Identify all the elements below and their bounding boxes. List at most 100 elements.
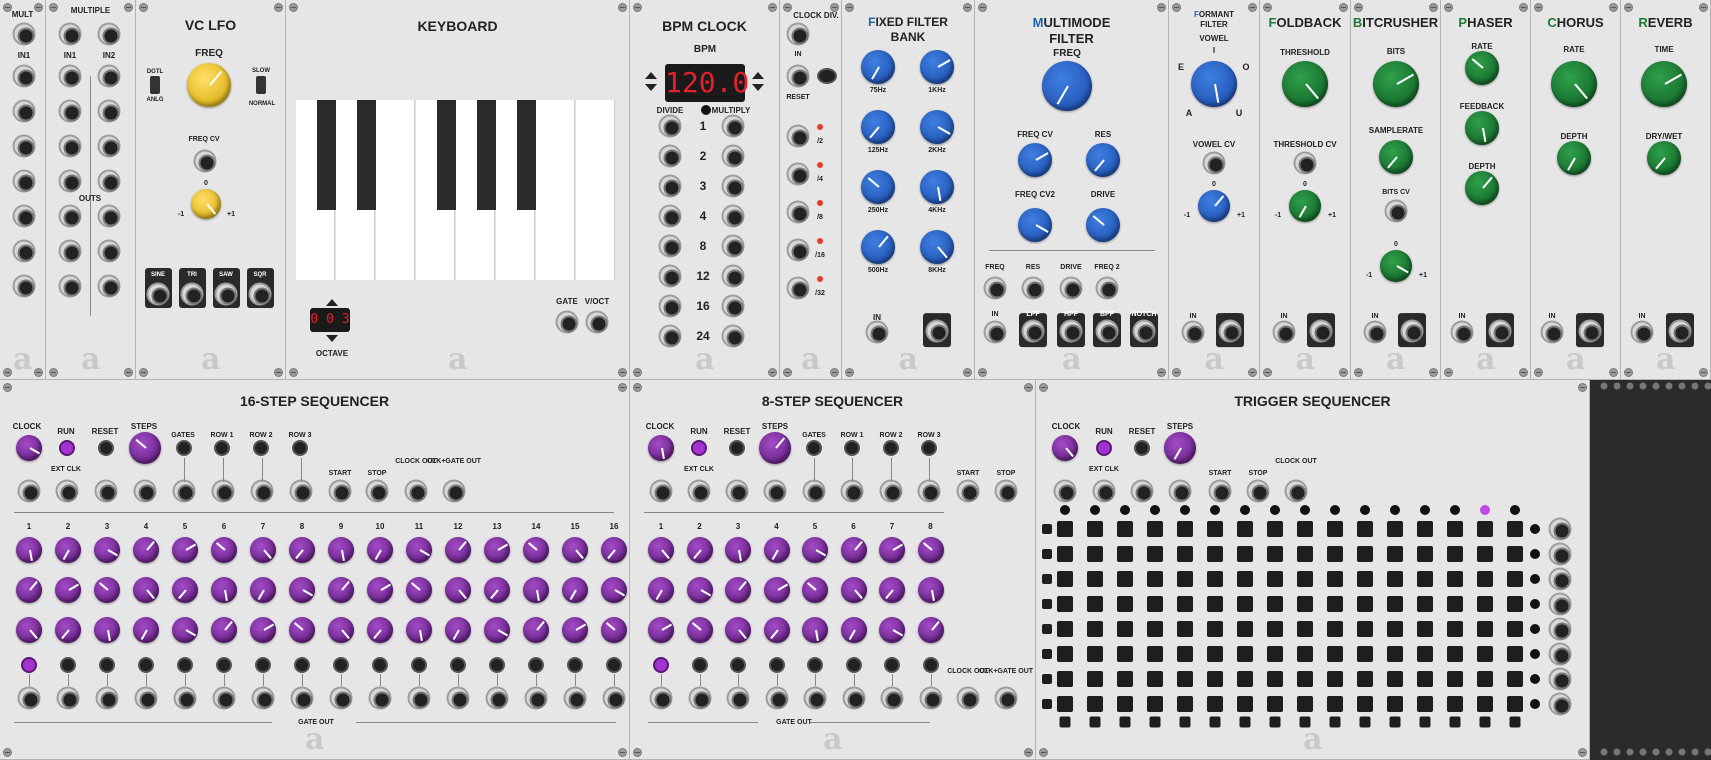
trigger-step-cell[interactable]	[1057, 696, 1073, 712]
step-knob[interactable]	[172, 617, 198, 643]
step-knob[interactable]	[484, 617, 510, 643]
trigger-step-cell[interactable]	[1387, 571, 1403, 587]
black-key[interactable]	[517, 100, 536, 210]
bitcrusher-output-jack[interactable]	[1400, 319, 1424, 343]
step-knob[interactable]	[601, 537, 627, 563]
step-knob[interactable]	[172, 537, 198, 563]
step-select-button[interactable]	[1329, 716, 1341, 728]
row-trigger-output-jack[interactable]	[1548, 642, 1572, 666]
step-knob[interactable]	[94, 537, 120, 563]
clockdiv-reset-button[interactable]	[817, 68, 837, 84]
step-gate-button[interactable]	[99, 657, 115, 673]
mult-jack[interactable]	[12, 169, 36, 193]
vowel-cv-jack[interactable]	[1202, 151, 1226, 175]
row-trigger-output-jack[interactable]	[1548, 592, 1572, 616]
clock-knob[interactable]	[1052, 435, 1078, 461]
seq-input-jack[interactable]	[133, 479, 157, 503]
step-knob[interactable]	[133, 617, 159, 643]
trigger-step-cell[interactable]	[1207, 571, 1223, 587]
mmf-cv-jack[interactable]	[1095, 276, 1119, 300]
black-key[interactable]	[477, 100, 496, 210]
trigger-step-cell[interactable]	[1447, 696, 1463, 712]
step-gate-button[interactable]	[768, 657, 785, 673]
step-knob[interactable]	[367, 537, 393, 563]
step-knob[interactable]	[250, 577, 276, 603]
white-key[interactable]	[536, 100, 575, 280]
lfo-saw-output-jack[interactable]	[214, 282, 238, 306]
threshold-knob[interactable]	[1282, 61, 1328, 107]
step-gate-jack[interactable]	[56, 686, 80, 710]
step-gate-button[interactable]	[138, 657, 154, 673]
trigger-step-cell[interactable]	[1237, 696, 1253, 712]
trigger-step-cell[interactable]	[1297, 671, 1313, 687]
trigger-step-cell[interactable]	[1177, 546, 1193, 562]
clock-knob[interactable]	[648, 435, 674, 461]
step-knob[interactable]	[367, 617, 393, 643]
trigger-step-cell[interactable]	[1327, 696, 1343, 712]
step-select-button[interactable]	[1509, 716, 1521, 728]
multiply-output-jack[interactable]	[721, 114, 745, 138]
step-knob[interactable]	[484, 537, 510, 563]
row1-button[interactable]	[844, 440, 860, 456]
trigger-step-cell[interactable]	[1147, 571, 1163, 587]
mmf-lpf-output-jack[interactable]	[1021, 319, 1045, 343]
voct-output-jack[interactable]	[585, 310, 609, 334]
step-gate-button[interactable]	[411, 657, 427, 673]
row3-button[interactable]	[921, 440, 937, 456]
step-gate-jack[interactable]	[765, 686, 788, 710]
filter-band-knob[interactable]	[920, 50, 954, 84]
trigger-step-cell[interactable]	[1327, 521, 1343, 537]
trigger-step-cell[interactable]	[1507, 596, 1523, 612]
step-gate-jack[interactable]	[485, 686, 509, 710]
filter-band-knob[interactable]	[920, 110, 954, 144]
trigger-step-cell[interactable]	[1237, 621, 1253, 637]
trigger-step-cell[interactable]	[1357, 696, 1373, 712]
step-knob[interactable]	[648, 577, 674, 603]
start-output-jack[interactable]	[1208, 479, 1232, 503]
trigger-step-cell[interactable]	[1507, 696, 1523, 712]
step-knob[interactable]	[55, 577, 81, 603]
white-key[interactable]	[576, 100, 615, 280]
row-mute-button[interactable]	[1042, 649, 1052, 659]
trigger-step-cell[interactable]	[1207, 596, 1223, 612]
trigger-step-cell[interactable]	[1267, 521, 1283, 537]
trigger-step-cell[interactable]	[1327, 596, 1343, 612]
step-gate-jack[interactable]	[842, 686, 865, 710]
keyboard-keys[interactable]	[296, 100, 615, 280]
trigger-step-cell[interactable]	[1507, 646, 1523, 662]
trigger-step-cell[interactable]	[1297, 546, 1313, 562]
mult-jack[interactable]	[12, 22, 36, 46]
step-knob[interactable]	[523, 617, 549, 643]
seq-input-jack[interactable]	[649, 479, 673, 503]
step-knob[interactable]	[686, 617, 713, 643]
seq-input-jack[interactable]	[917, 479, 941, 503]
step-gate-jack[interactable]	[17, 686, 41, 710]
step-knob[interactable]	[133, 577, 159, 603]
seq-input-jack[interactable]	[172, 479, 196, 503]
trigger-step-cell[interactable]	[1267, 696, 1283, 712]
step-knob[interactable]	[562, 537, 588, 563]
row-trigger-output-jack[interactable]	[1548, 517, 1572, 541]
multiple-out-jack[interactable]	[97, 274, 121, 298]
mult-jack[interactable]	[12, 99, 36, 123]
multiple-out-jack[interactable]	[97, 169, 121, 193]
seq-input-jack[interactable]	[840, 479, 864, 503]
filter-band-knob[interactable]	[861, 50, 895, 84]
step-knob[interactable]	[686, 537, 713, 563]
trigger-step-cell[interactable]	[1147, 696, 1163, 712]
step-gate-jack[interactable]	[407, 686, 431, 710]
multiple-in1-jack[interactable]	[58, 22, 82, 46]
divide-output-jack[interactable]	[658, 324, 682, 348]
trigger-step-cell[interactable]	[1237, 571, 1253, 587]
step-gate-jack[interactable]	[919, 686, 942, 710]
trigger-step-cell[interactable]	[1267, 646, 1283, 662]
step-knob[interactable]	[686, 577, 713, 603]
trigger-step-cell[interactable]	[1357, 546, 1373, 562]
step-knob[interactable]	[328, 577, 354, 603]
reset-button[interactable]	[98, 440, 114, 456]
trigger-step-cell[interactable]	[1237, 646, 1253, 662]
row-mute-button[interactable]	[1042, 549, 1052, 559]
filter-band-knob[interactable]	[920, 230, 954, 264]
trigger-step-cell[interactable]	[1417, 671, 1433, 687]
trigger-step-cell[interactable]	[1357, 571, 1373, 587]
